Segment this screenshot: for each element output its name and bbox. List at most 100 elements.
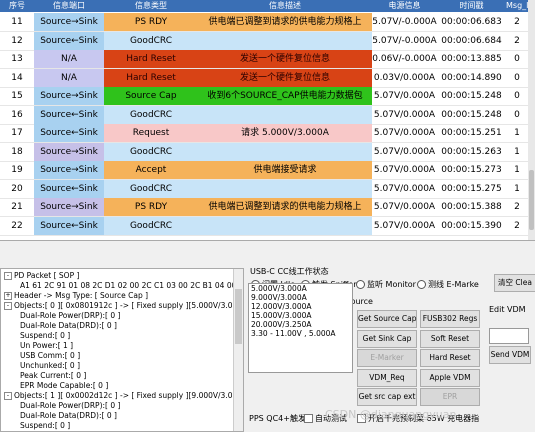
e-marker-button[interactable]: E-Marker xyxy=(357,349,417,367)
row-power: 5.07V/0.000A xyxy=(373,146,436,157)
tree-node[interactable]: USB Comm:[ 0 ] xyxy=(20,351,80,361)
tree-scrollbar[interactable] xyxy=(233,269,243,431)
tree-node[interactable]: - Objects:[ 1 ][ 0x0002d12c ] -> [ Fixed … xyxy=(4,391,244,401)
table-row[interactable]: 22 Source←Sink GoodCRC 5.07V/0.000A 00:00:15… xyxy=(0,216,535,236)
tree-node[interactable]: Suspend:[ 0 ] xyxy=(20,331,70,341)
tree-node[interactable]: + Header -> Msg Type: [ Source Cap ] xyxy=(4,291,148,301)
row-idx: 12 xyxy=(11,35,23,46)
row-idx: 11 xyxy=(11,17,23,27)
header-idx[interactable]: 序号 xyxy=(0,0,34,12)
expand-icon[interactable]: + xyxy=(4,292,12,300)
clear-button[interactable]: 清空 Clea xyxy=(494,274,535,292)
row-type: Source Cap xyxy=(104,87,198,105)
packet-tree[interactable]: - PD Packet [ SOP ] A1 61 2C 91 01 08 2C D… xyxy=(0,268,244,432)
row-time: 00:00:15.273 xyxy=(441,165,502,175)
table-row[interactable]: 14 N/A Hard Reset 发送一个硬件复位信息 0.03V/0.000A 00:… xyxy=(0,68,535,88)
row-type: GoodCRC xyxy=(104,179,198,198)
soft-reset-button[interactable]: Soft Reset xyxy=(420,330,480,348)
row-msg: 1 xyxy=(514,183,520,194)
pps-label: PPS QC4+触发 xyxy=(249,414,306,423)
cc-mode-radio[interactable]: 测线 E-Marke xyxy=(417,279,479,290)
epr-button[interactable]: EPR xyxy=(420,388,480,406)
row-power: 5.07V/-0.000A xyxy=(372,35,437,46)
row-time: 00:00:06.683 xyxy=(441,17,502,27)
pdo-item[interactable]: 5.000V/3.000A xyxy=(249,284,352,293)
collapse-icon[interactable]: - xyxy=(4,392,12,400)
row-idx: 17 xyxy=(11,128,23,138)
get-sink-cap-button[interactable]: Get Sink Cap xyxy=(357,330,417,348)
row-port: Source→Sink xyxy=(34,87,104,105)
pdo-item[interactable]: 12.000V/3.000A xyxy=(249,302,352,311)
table-row[interactable]: 21 Source→Sink PS RDY 供电端已调整到请求的供电能力规格上 5.07… xyxy=(0,198,535,217)
pdo-item[interactable]: 20.000V/3.250A xyxy=(249,320,352,329)
vdm-req-button[interactable]: VDM_Req xyxy=(357,369,417,387)
table-row[interactable]: 13 N/A Hard Reset 发送一个硬件复位信息 0.06V/-0.000A 00… xyxy=(0,50,535,69)
collapse-icon[interactable]: - xyxy=(4,272,12,280)
send-vdm-button[interactable]: Send VDM xyxy=(489,346,531,364)
tree-node-label: Objects:[ 1 ][ 0x0002d12c ] -> [ Fixed s… xyxy=(14,391,244,400)
tree-node[interactable]: Dual-Role Data(DRD):[ 0 ] xyxy=(20,411,117,421)
pdo-item[interactable]: 9.000V/3.000A xyxy=(249,293,352,302)
edit-vdm-label: Edit VDM xyxy=(489,305,526,314)
row-power: 5.07V/-0.000A xyxy=(372,17,437,27)
row-msg: 1 xyxy=(514,165,520,175)
header-msg[interactable]: Msg_I xyxy=(506,0,529,12)
get-src-cap-ext-button[interactable]: Get src cap ext xyxy=(357,388,417,406)
row-desc: 发送一个硬件复位信息 xyxy=(198,50,372,68)
table-row[interactable]: 19 Source→Sink Accept 供电端接受请求 5.07V/0.000A 00… xyxy=(0,161,535,180)
row-port: Source←Sink xyxy=(34,31,104,50)
pdo-item[interactable]: 3.30 - 11.00V , 5.000A xyxy=(249,329,352,338)
table-row[interactable]: 12 Source←Sink GoodCRC 5.07V/-0.000A 00:00:0… xyxy=(0,31,535,51)
apple-vdm-button[interactable]: Apple VDM xyxy=(420,369,480,387)
row-desc: 供电端已调整到请求的供电能力规格上 xyxy=(198,198,372,216)
table-row[interactable]: 18 Source→Sink GoodCRC 5.07V/0.000A 00:00:15… xyxy=(0,142,535,162)
hard-reset-button[interactable]: Hard Reset xyxy=(420,349,480,367)
header-time[interactable]: 时间戳 xyxy=(437,0,506,12)
fusb302-regs-button[interactable]: FUSB302 Regs xyxy=(420,310,480,328)
collapse-icon[interactable]: - xyxy=(4,302,12,310)
row-power: 5.07V/0.000A xyxy=(373,165,436,175)
tree-node[interactable]: Dual-Role Power(DRP):[ 0 ] xyxy=(20,401,120,411)
table-row[interactable]: 20 Source←Sink GoodCRC 5.07V/0.000A 00:00:15… xyxy=(0,179,535,199)
row-desc xyxy=(198,142,372,161)
header-type[interactable]: 信息类型 xyxy=(104,0,198,12)
row-time: 00:00:06.684 xyxy=(441,35,502,46)
tree-node-label: Objects:[ 0 ][ 0x0801912c ] -> [ Fixed s… xyxy=(14,301,244,310)
row-idx: 13 xyxy=(11,54,23,64)
table-row[interactable]: 15 Source→Sink Source Cap 收到6个SOURCE_CAP供电能… xyxy=(0,87,535,106)
row-port: Source←Sink xyxy=(34,124,104,142)
pdo-item[interactable]: 15.000V/3.000A xyxy=(249,311,352,320)
tree-node[interactable]: - PD Packet [ SOP ] xyxy=(4,271,79,281)
tree-node[interactable]: - Objects:[ 0 ][ 0x0801912c ] -> [ Fixed … xyxy=(4,301,244,311)
row-msg: 2 xyxy=(514,17,520,27)
table-row[interactable]: 11 Source→Sink PS RDY 供电端已调整到请求的供电能力规格上 5.07… xyxy=(0,13,535,32)
get-source-cap-button[interactable]: Get Source Cap xyxy=(357,310,417,328)
tree-node[interactable]: Peak Current:[ 0 ] xyxy=(20,371,86,381)
tree-node[interactable]: A1 61 2C 91 01 08 2C D1 02 00 2C C1 03 0… xyxy=(20,281,243,291)
table-scrollbar[interactable] xyxy=(528,0,535,240)
tree-node-label: Peak Current:[ 0 ] xyxy=(20,371,87,380)
cc-mode-radio[interactable]: 监听 Monitor xyxy=(356,279,416,290)
row-idx: 21 xyxy=(11,202,23,212)
table-row[interactable]: 16 Source←Sink GoodCRC 5.07V/0.000A 00:00:15… xyxy=(0,105,535,125)
tree-node[interactable]: EPR Mode Capable:[ 0 ] xyxy=(20,381,108,391)
pdo-list[interactable]: 5.000V/3.000A 9.000V/3.000A 12.000V/3.000A… xyxy=(248,283,353,373)
row-type: GoodCRC xyxy=(104,142,198,161)
row-type: GoodCRC xyxy=(104,216,198,235)
tree-node[interactable]: Unchunked:[ 0 ] xyxy=(20,361,80,371)
table-header: 序号 信息端口 信息类型 信息描述 电源信息 时间戳 Msg_I xyxy=(0,0,535,12)
header-port[interactable]: 信息端口 xyxy=(34,0,104,12)
table-row[interactable]: 17 Source←Sink Request 请求 5.000V/3.000A 5.07… xyxy=(0,124,535,143)
tree-node[interactable]: Un Power:[ 1 ] xyxy=(20,341,73,351)
row-power: 5.07V/0.000A xyxy=(373,128,436,138)
tree-node[interactable]: Dual-Role Data(DRD):[ 0 ] xyxy=(20,321,117,331)
vdm-input[interactable] xyxy=(489,328,529,344)
header-desc[interactable]: 信息描述 xyxy=(198,0,372,12)
row-port: N/A xyxy=(34,68,104,87)
tree-node[interactable]: Dual-Role Power(DRP):[ 0 ] xyxy=(20,311,120,321)
row-type: PS RDY xyxy=(104,13,198,31)
row-desc: 供电端接受请求 xyxy=(198,161,372,179)
row-power: 0.06V/-0.000A xyxy=(372,54,437,64)
header-power[interactable]: 电源信息 xyxy=(372,0,437,12)
row-idx: 16 xyxy=(11,109,23,120)
